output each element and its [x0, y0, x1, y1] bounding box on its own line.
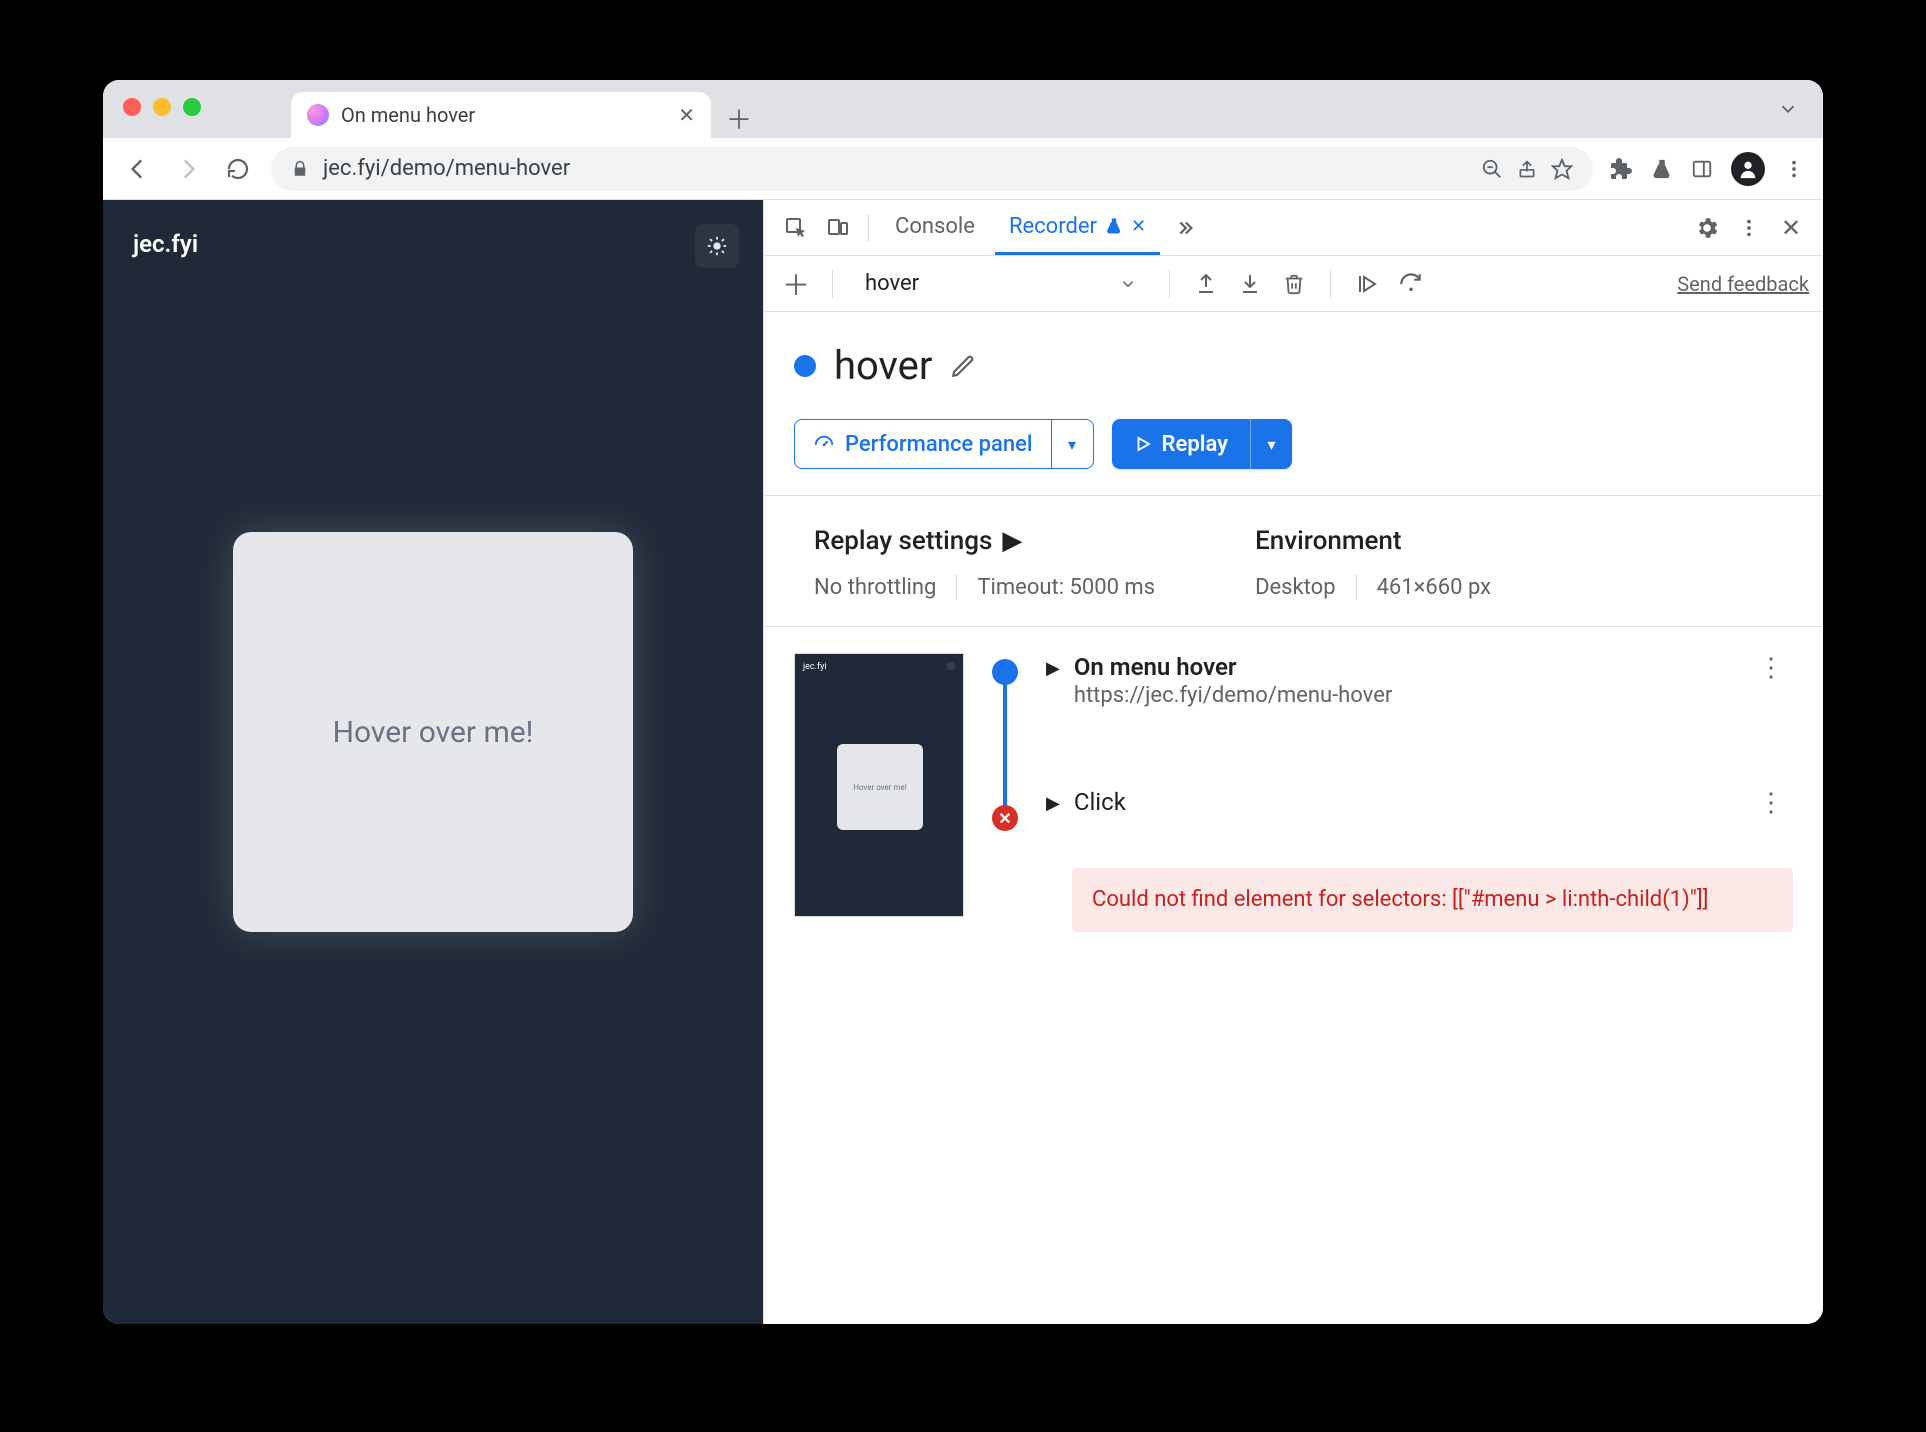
timeline-dot-start [992, 659, 1018, 685]
nav-forward-button[interactable] [171, 152, 205, 186]
window-controls [123, 80, 201, 138]
step-click[interactable]: ▶ Click ⋮ [1046, 788, 1793, 818]
thumb-theme-icon [947, 662, 955, 670]
recording-title: hover [834, 342, 932, 389]
theme-toggle-button[interactable] [695, 224, 739, 268]
environment-col: Environment Desktop 461×660 px [1255, 526, 1491, 600]
continue-icon[interactable] [1349, 266, 1385, 302]
steps-timeline: ✕ [990, 653, 1020, 932]
step-caret-icon: ▶ [1046, 793, 1060, 814]
recording-select[interactable]: hover [851, 264, 1151, 304]
step2-menu-icon[interactable]: ⋮ [1750, 788, 1793, 818]
rename-icon[interactable] [950, 353, 976, 379]
content-split: jec.fyi Hover over me! Console [103, 200, 1823, 1324]
recorder-body: hover Performance panel ▾ [764, 312, 1823, 1324]
timeline-dot-error-icon: ✕ [992, 805, 1018, 831]
zoom-icon[interactable] [1481, 158, 1503, 180]
recorder-actions: Performance panel ▾ Replay ▾ [794, 419, 1793, 469]
tab-title: On menu hover [341, 103, 475, 127]
tab-close-icon[interactable]: ✕ [678, 103, 695, 127]
recording-title-row: hover [794, 342, 1793, 389]
replay-settings-col: Replay settings ▶ No throttling Timeout:… [814, 526, 1155, 600]
step-caret-icon: ▶ [1046, 658, 1060, 679]
tab-console-label: Console [895, 214, 975, 239]
tab-console[interactable]: Console [881, 200, 989, 255]
new-tab-button[interactable]: ＋ [719, 98, 759, 138]
step1-menu-icon[interactable]: ⋮ [1750, 653, 1793, 683]
window-minimize-icon[interactable] [153, 98, 171, 116]
step-over-icon[interactable] [1393, 266, 1429, 302]
devtools-close-icon[interactable]: ✕ [1773, 210, 1809, 246]
flask-icon [1105, 217, 1123, 235]
timeout-value: Timeout: 5000 ms [977, 575, 1155, 600]
step-navigate[interactable]: ▶ On menu hover https://jec.fyi/demo/men… [1046, 653, 1793, 708]
tab-recorder-label: Recorder [1009, 214, 1097, 239]
extensions-icon[interactable] [1609, 157, 1633, 181]
tab-recorder[interactable]: Recorder ✕ [995, 200, 1160, 255]
sidepanel-icon[interactable] [1691, 158, 1713, 180]
omnibox[interactable]: jec.fyi/demo/menu-hover [271, 147, 1593, 191]
tab-overflow-button[interactable] [1777, 80, 1799, 138]
tab-recorder-close-icon[interactable]: ✕ [1131, 216, 1146, 237]
steps-section: jec.fyi Hover over me! ✕ ▶ [794, 627, 1793, 958]
import-icon[interactable] [1232, 266, 1268, 302]
step-error-message: Could not find element for selectors: [[… [1072, 868, 1793, 932]
new-recording-button[interactable]: ＋ [778, 266, 814, 302]
recording-select-label: hover [865, 271, 919, 296]
window-maximize-icon[interactable] [183, 98, 201, 116]
caret-right-icon: ▶ [1002, 526, 1022, 556]
replay-button[interactable]: Replay ▾ [1112, 419, 1292, 469]
steps-list: ▶ On menu hover https://jec.fyi/demo/men… [1046, 653, 1793, 932]
performance-panel-label: Performance panel [845, 432, 1033, 457]
nav-reload-button[interactable] [221, 152, 255, 186]
device-toggle-icon[interactable] [820, 210, 856, 246]
recorder-settings: Replay settings ▶ No throttling Timeout:… [794, 496, 1793, 626]
lock-icon [291, 160, 309, 178]
labs-icon[interactable] [1651, 158, 1673, 180]
page-brand: jec.fyi [133, 230, 198, 258]
settings-gear-icon[interactable] [1689, 210, 1725, 246]
replay-label: Replay [1162, 432, 1228, 457]
environment-heading: Environment [1255, 526, 1491, 556]
thumb-brand: jec.fyi [803, 662, 827, 672]
replay-settings-heading[interactable]: Replay settings ▶ [814, 526, 1155, 556]
throttling-value: No throttling [814, 575, 936, 600]
favicon-icon [307, 104, 329, 126]
performance-panel-button[interactable]: Performance panel ▾ [794, 419, 1094, 469]
bookmark-star-icon[interactable] [1551, 158, 1573, 180]
window-close-icon[interactable] [123, 98, 141, 116]
env-size: 461×660 px [1377, 575, 1492, 600]
browser-tab-strip: On menu hover ✕ ＋ [103, 80, 1823, 138]
step-thumbnail: jec.fyi Hover over me! [794, 653, 964, 917]
devtools-tabs: Console Recorder ✕ [764, 200, 1823, 256]
replay-dropdown[interactable]: ▾ [1250, 419, 1292, 469]
browser-tab[interactable]: On menu hover ✕ [291, 92, 711, 138]
recording-dot-icon [794, 355, 816, 377]
step2-title: Click [1074, 788, 1736, 816]
browser-toolbar-right [1609, 152, 1805, 186]
nav-back-button[interactable] [121, 152, 155, 186]
webpage-viewport: jec.fyi Hover over me! [103, 200, 763, 1324]
thumb-card: Hover over me! [837, 744, 923, 830]
recorder-toolbar: ＋ hover [764, 256, 1823, 312]
share-icon[interactable] [1517, 159, 1537, 179]
performance-panel-dropdown[interactable]: ▾ [1051, 420, 1093, 468]
devtools-panel: Console Recorder ✕ [763, 200, 1823, 1324]
devtools-menu-icon[interactable] [1731, 210, 1767, 246]
send-feedback-link[interactable]: Send feedback [1677, 272, 1809, 296]
chrome-menu-icon[interactable] [1783, 158, 1805, 180]
step1-title: On menu hover [1074, 653, 1736, 681]
address-bar: jec.fyi/demo/menu-hover [103, 138, 1823, 200]
browser-window: On menu hover ✕ ＋ jec.fyi/demo/menu-hove… [103, 80, 1823, 1324]
delete-icon[interactable] [1276, 266, 1312, 302]
export-icon[interactable] [1188, 266, 1224, 302]
profile-avatar[interactable] [1731, 152, 1765, 186]
step1-url: https://jec.fyi/demo/menu-hover [1074, 683, 1736, 708]
env-device: Desktop [1255, 575, 1336, 600]
inspect-element-icon[interactable] [778, 210, 814, 246]
hover-card-text: Hover over me! [333, 715, 534, 750]
more-tabs-icon[interactable] [1166, 210, 1202, 246]
hover-card[interactable]: Hover over me! [233, 532, 633, 932]
url-text: jec.fyi/demo/menu-hover [323, 156, 1467, 181]
